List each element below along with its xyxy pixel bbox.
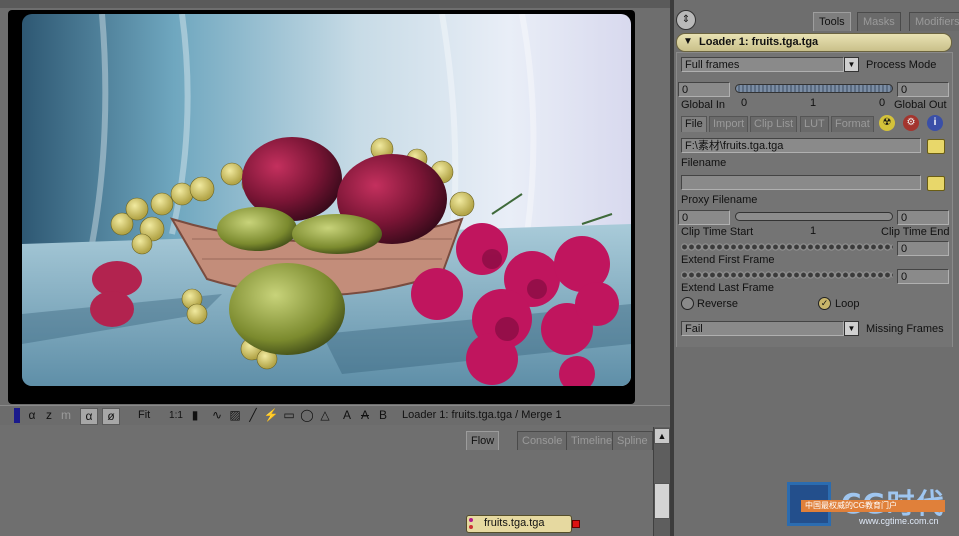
gradient-icon[interactable]: ▨ bbox=[227, 408, 243, 423]
range-tick-mid: 1 bbox=[810, 97, 817, 109]
node-output-connector[interactable] bbox=[572, 520, 580, 528]
missing-frames-chevron-icon[interactable]: ▼ bbox=[844, 321, 859, 336]
viewer-toolbar: α z m α ø Fit 1:1 ▮ ∿ ▨ ╱ ⚡ ▭ ◯ △ A A B … bbox=[0, 405, 670, 426]
panel-expand-icon[interactable]: ⇕ bbox=[676, 10, 696, 30]
scroll-up-arrow-icon[interactable]: ▲ bbox=[654, 428, 670, 444]
clip-time-start-label: Clip Time Start bbox=[681, 226, 754, 238]
scrollbar-thumb[interactable] bbox=[654, 483, 670, 519]
view-b-button[interactable]: B bbox=[375, 408, 391, 423]
tab-masks[interactable]: Masks bbox=[857, 12, 901, 31]
viewer-status-text: Loader 1: fruits.tga.tga / Merge 1 bbox=[402, 409, 562, 421]
tab-tools[interactable]: Tools bbox=[813, 12, 851, 31]
waveform-icon[interactable]: ∿ bbox=[209, 408, 225, 423]
tab-modifiers[interactable]: Modifiers bbox=[909, 12, 959, 31]
alpha-channel-button[interactable]: α bbox=[24, 408, 40, 423]
lut-icon[interactable]: ▮ bbox=[187, 408, 203, 423]
tab-timeline[interactable]: Timeline bbox=[566, 431, 618, 450]
missing-frames-select[interactable]: Fail bbox=[681, 321, 844, 336]
subtab-clip-list[interactable]: Clip List bbox=[750, 116, 798, 132]
extend-first-slider[interactable] bbox=[681, 241, 893, 253]
watermark-subtitle: 中国最权威的CG教育门户 bbox=[801, 500, 945, 512]
split-ab-button[interactable]: A bbox=[357, 408, 373, 423]
global-out-field[interactable]: 0 bbox=[897, 82, 949, 97]
reverse-radio[interactable] bbox=[681, 297, 694, 310]
reverse-label: Reverse bbox=[697, 298, 738, 310]
global-range-slider[interactable] bbox=[735, 84, 893, 93]
clip-time-end-field[interactable]: 0 bbox=[897, 210, 949, 225]
subtab-lut[interactable]: LUT bbox=[800, 116, 829, 132]
fit-button[interactable]: Fit bbox=[138, 409, 150, 421]
node-label: fruits.tga.tga bbox=[484, 517, 545, 529]
loop-label: Loop bbox=[835, 298, 860, 310]
chevron-down-icon[interactable]: ▼ bbox=[844, 57, 859, 72]
paint-brush-icon[interactable]: ╱ bbox=[245, 408, 261, 423]
extend-last-slider[interactable] bbox=[681, 269, 893, 281]
polygon-tool-icon[interactable]: △ bbox=[317, 408, 333, 423]
proxy-filename-label: Proxy Filename bbox=[681, 194, 758, 206]
rectangle-tool-icon[interactable]: ▭ bbox=[281, 408, 297, 423]
loader-node[interactable]: fruits.tga.tga bbox=[466, 515, 572, 533]
extend-first-label: Extend First Frame bbox=[681, 254, 775, 266]
clip-mid-tick: 1 bbox=[810, 225, 817, 237]
global-in-label: Global In bbox=[681, 99, 726, 111]
image-frame bbox=[8, 10, 635, 404]
proxy-folder-browse-icon[interactable] bbox=[927, 176, 945, 191]
radioactive-icon[interactable]: ☢ bbox=[879, 115, 895, 131]
collapse-arrow-icon[interactable]: ▼ bbox=[683, 36, 693, 47]
photo-image bbox=[22, 14, 631, 386]
cgtime-watermark: CG时代 中国最权威的CG教育门户 www.cgtime.com.cn bbox=[787, 482, 955, 532]
range-tick-end: 0 bbox=[879, 97, 886, 109]
missing-frames-label: Missing Frames bbox=[866, 323, 944, 335]
loop-check-icon[interactable]: ✓ bbox=[818, 297, 831, 310]
node-mask-connector[interactable] bbox=[469, 525, 473, 529]
checker-button[interactable]: ø bbox=[102, 408, 120, 425]
tab-console[interactable]: Console bbox=[517, 431, 568, 450]
view-a-button[interactable]: A bbox=[339, 408, 355, 423]
clip-time-slider[interactable] bbox=[735, 212, 893, 221]
mask-channel-button[interactable]: m bbox=[58, 408, 74, 423]
tab-flow[interactable]: Flow bbox=[466, 431, 500, 450]
channel-color-swatch[interactable] bbox=[14, 408, 20, 423]
tool-header[interactable]: ▼ Loader 1: fruits.tga.tga bbox=[676, 33, 952, 52]
extend-first-field[interactable]: 0 bbox=[897, 241, 949, 256]
clip-time-start-field[interactable]: 0 bbox=[678, 210, 730, 225]
subtab-file[interactable]: File bbox=[681, 116, 707, 132]
proxy-filename-field[interactable] bbox=[681, 175, 921, 190]
tool-header-title: Loader 1: fruits.tga.tga bbox=[699, 36, 819, 48]
tab-spline[interactable]: Spline bbox=[612, 431, 653, 450]
process-mode-label: Process Mode bbox=[866, 59, 937, 71]
z-channel-button[interactable]: z bbox=[41, 408, 57, 423]
global-in-field[interactable]: 0 bbox=[678, 82, 730, 97]
extend-last-label: Extend Last Frame bbox=[681, 282, 774, 294]
filename-field[interactable]: F:\素材\fruits.tga.tga bbox=[681, 138, 921, 153]
zoom-1-1-button[interactable]: 1:1 bbox=[168, 408, 184, 423]
node-input-connector[interactable] bbox=[469, 518, 473, 522]
extend-last-field[interactable]: 0 bbox=[897, 269, 949, 284]
show-alpha-button[interactable]: α bbox=[80, 408, 98, 425]
filename-label: Filename bbox=[681, 157, 727, 169]
folder-browse-icon[interactable] bbox=[927, 139, 945, 154]
image-viewer[interactable] bbox=[0, 8, 670, 405]
subtab-format[interactable]: Format bbox=[831, 116, 874, 132]
still-life-photo bbox=[22, 14, 631, 386]
process-mode-select[interactable]: Full frames bbox=[681, 57, 844, 72]
subtab-import[interactable]: Import bbox=[709, 116, 749, 132]
range-tick-start: 0 bbox=[741, 97, 748, 109]
magic-wand-icon[interactable]: ⚡ bbox=[263, 408, 279, 423]
ellipse-tool-icon[interactable]: ◯ bbox=[299, 408, 315, 423]
global-out-label: Global Out bbox=[894, 99, 947, 111]
settings-gear-icon[interactable]: ⚙ bbox=[903, 115, 919, 131]
watermark-url: www.cgtime.com.cn bbox=[859, 516, 939, 526]
clip-time-end-label: Clip Time End bbox=[881, 226, 950, 238]
info-icon[interactable]: i bbox=[927, 115, 943, 131]
